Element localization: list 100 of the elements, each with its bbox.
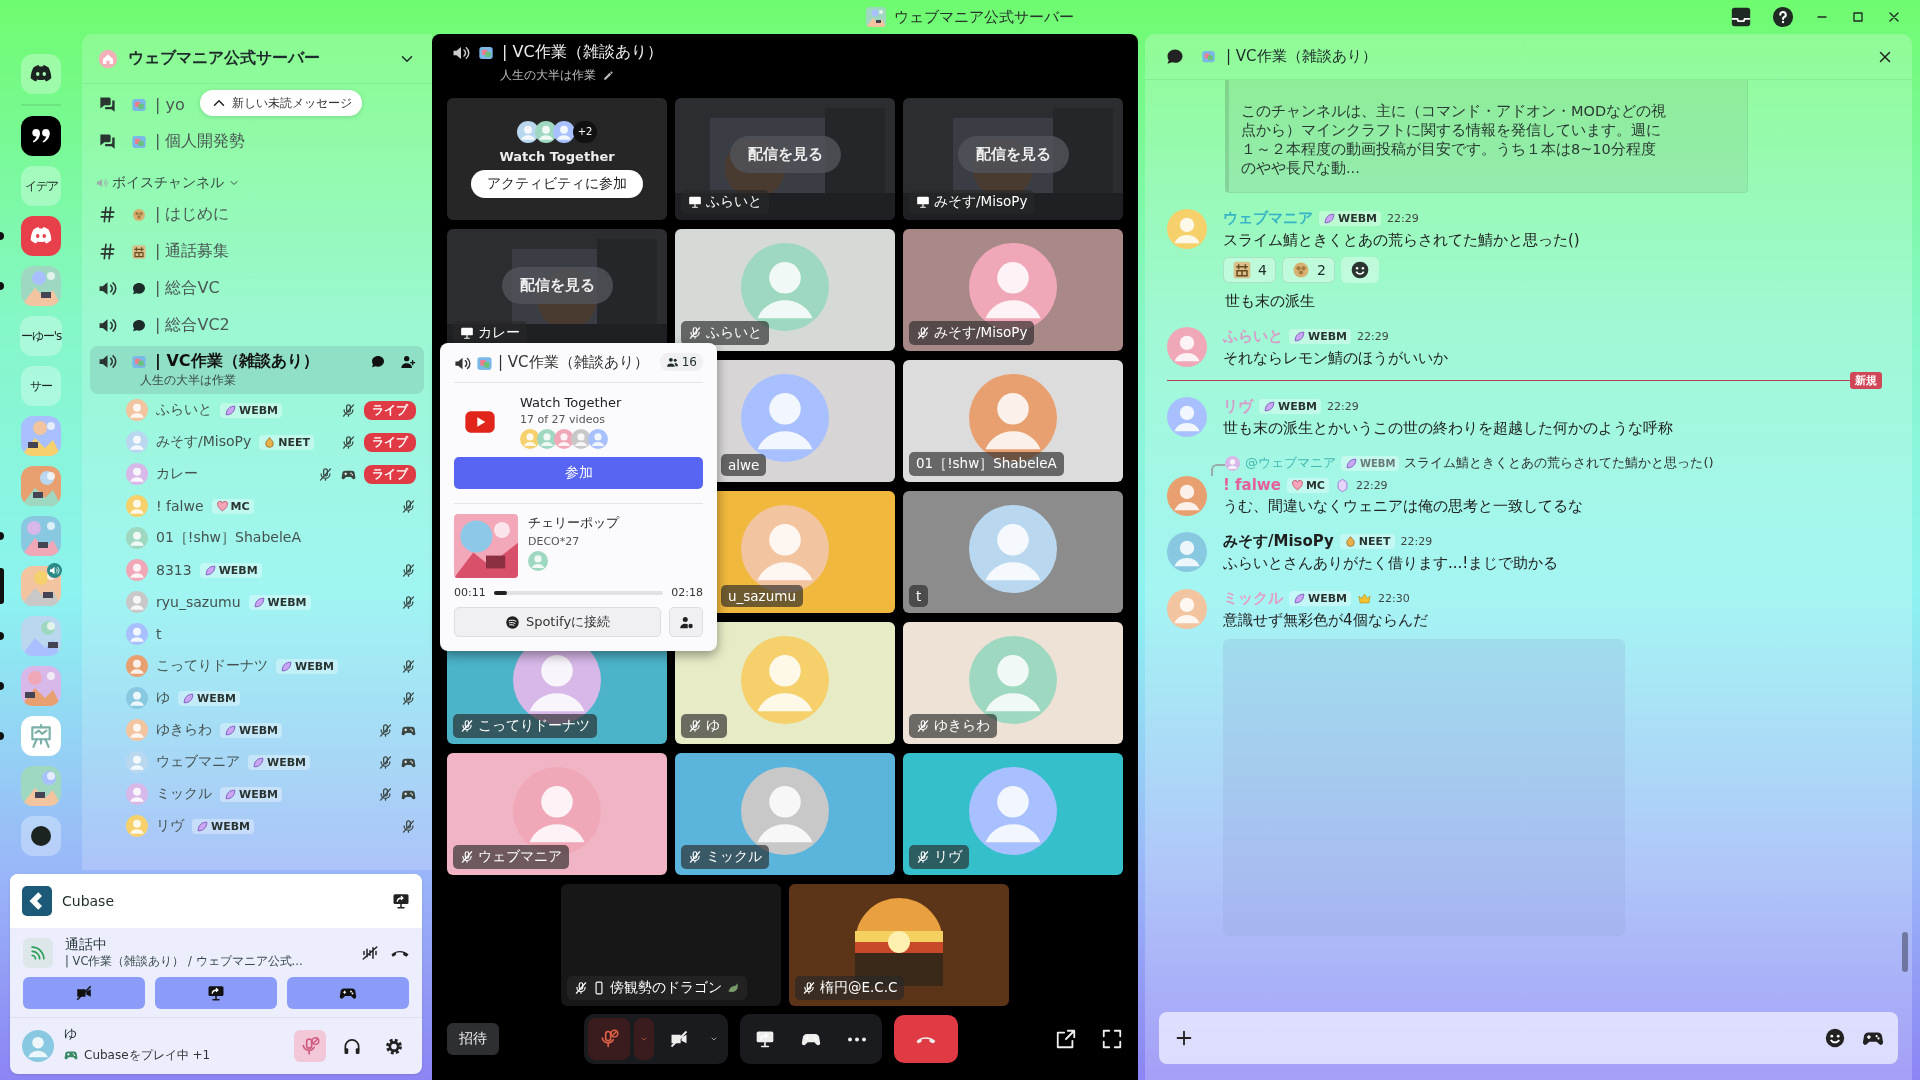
role-tag: WEBM	[276, 658, 338, 674]
voice-user[interactable]: ゆきらわ WEBM	[90, 714, 424, 746]
role-tag: WEBM	[1289, 329, 1351, 344]
channel-item[interactable]: | はじめに	[90, 196, 238, 233]
role-tag: WEBM	[248, 754, 310, 770]
user-tile[interactable]: ふらいと	[675, 229, 895, 351]
user-tile[interactable]: 楕円@E.C.C	[789, 884, 1009, 1006]
voice-user[interactable]: カレー ライブ	[90, 458, 424, 490]
name-label: みそす/MisoPy	[909, 190, 1035, 214]
call-location[interactable]: | VC作業（雑談あり） / ウェブマニア公式...	[65, 954, 349, 969]
activity-title: Watch Together	[499, 148, 615, 164]
role-tag: WEBM	[220, 722, 282, 738]
user-name: カレー	[156, 465, 198, 483]
voice-user[interactable]: ふらいと WEBM ライブ	[90, 394, 424, 426]
role-tag: NEET	[259, 434, 315, 450]
activity-title: Watch Together	[520, 395, 622, 410]
channel-item[interactable]: | 総合VC	[90, 270, 228, 307]
more-count: +2	[573, 120, 597, 143]
channel-item[interactable]: | VC作業（雑談あり） 人生の大半は作業	[90, 346, 424, 394]
voice-user[interactable]: ryu_sazumu WEBM	[90, 586, 424, 618]
role-tag: WEBM	[248, 594, 311, 610]
member-count: 16	[659, 353, 703, 371]
user-name: ミックル	[156, 785, 212, 803]
server-button[interactable]: イデア	[21, 166, 61, 206]
role-tag: WEBM	[192, 818, 254, 834]
user-tile[interactable]: t	[903, 491, 1123, 613]
voice-user[interactable]: リヴ WEBM	[90, 810, 424, 842]
user-tile[interactable]: ミックル	[675, 753, 895, 875]
channel-item[interactable]: | 総合VC2	[90, 307, 238, 344]
channel-item[interactable]: | 通話募集	[90, 233, 238, 270]
author-name[interactable]: みそす/MisoPy	[1223, 532, 1334, 551]
voice-user[interactable]: ミックル WEBM	[90, 778, 424, 810]
connect-button[interactable]: Spotifyに接続	[454, 607, 661, 637]
voice-user[interactable]: 01［!shw］ShabeleA	[90, 522, 424, 554]
name-label: ふらいと	[681, 190, 769, 214]
message-text: それならレモン鯖のほうがいいか	[1223, 349, 1448, 368]
user-tile[interactable]: ゆきらわ	[903, 622, 1123, 744]
timestamp: 22:29	[1387, 212, 1419, 225]
invite-button[interactable]: 招待	[447, 1023, 499, 1055]
name-label: こってりドーナツ	[453, 714, 597, 738]
channel-name: | 通話募集	[155, 241, 230, 262]
stream-tile[interactable]: 配信を見る カレー	[447, 229, 667, 351]
category-header[interactable]: ボイスチャンネル	[96, 172, 424, 194]
artist-name: DECO*27	[528, 535, 581, 548]
user-name: ゆ	[64, 1025, 78, 1043]
reply-text: スライム鯖ときくとあの荒らされてた鯖かと思った()	[1404, 454, 1714, 472]
message-text: うむ、間違いなくウェニアは俺の思考と一致してるな	[1223, 497, 1583, 516]
window-title: ウェブマニア公式サーバー	[894, 7, 1074, 27]
role-tag: MC	[1286, 477, 1329, 493]
elapsed-time: 00:11	[454, 586, 486, 599]
user-name: 01［!shw］ShabeleA	[156, 529, 301, 547]
voice-user[interactable]: ゆ WEBM	[90, 682, 424, 714]
activity-tile[interactable]: +2 Watch Together アクティビティに参加	[447, 98, 667, 220]
voice-user[interactable]: t	[90, 618, 424, 650]
role-tag: WEBM	[1259, 399, 1321, 414]
name-label: 01［!shw］ShabeleA	[909, 452, 1064, 476]
unread-messages-button[interactable]: 新しい未読メッセージ	[200, 90, 362, 116]
song-title: チェリーポップ	[528, 514, 619, 532]
role-tag: WEBM	[1289, 591, 1351, 606]
voice-user[interactable]: ! falwe MC	[90, 490, 424, 522]
channel-item[interactable]: | 個人開発勢	[90, 123, 254, 160]
name-label: u_sazumu	[721, 585, 803, 607]
user-name: t	[156, 626, 162, 642]
name-label: ゆきらわ	[909, 714, 997, 738]
chat-title: | VC作業（雑談あり）	[1226, 47, 1377, 66]
user-name: みそす/MisoPy	[156, 433, 252, 451]
timestamp: 22:29	[1355, 478, 1388, 492]
role-tag: WEBM	[199, 562, 262, 578]
server-button[interactable]: サー	[21, 366, 61, 406]
voice-user[interactable]: こってりドーナツ WEBM	[90, 650, 424, 682]
voice-user[interactable]: みそす/MisoPy NEET ライブ	[90, 426, 424, 458]
channel-name: | 総合VC	[155, 278, 220, 299]
server-name[interactable]: ウェブマニア公式サーバー	[128, 48, 388, 69]
reaction[interactable]: 2	[1281, 257, 1335, 283]
user-tile[interactable]: みそす/MisoPy	[903, 229, 1123, 351]
server-button[interactable]: ーゆー's	[19, 316, 63, 356]
voice-user[interactable]: ウェブマニア WEBM	[90, 746, 424, 778]
voice-user[interactable]: 8313 WEBM	[90, 554, 424, 586]
join-activity-button[interactable]: アクティビティに参加	[471, 169, 643, 198]
name-label: ふらいと	[681, 321, 769, 345]
user-tile[interactable]: リヴ	[903, 753, 1123, 875]
stream-tile[interactable]: 配信を見る ふらいと	[675, 98, 895, 220]
name-label: 楕円@E.C.C	[795, 976, 905, 1000]
join-button[interactable]: 参加	[454, 457, 703, 489]
user-name: ふらいと	[156, 401, 212, 419]
channel-item[interactable]: | yo	[90, 86, 193, 123]
user-tile[interactable]: ウェブマニア	[447, 753, 667, 875]
channel-name: | VC作業（雑談あり）	[155, 351, 320, 372]
role-tag: WEBM	[220, 786, 282, 802]
user-name: ウェブマニア	[156, 753, 240, 771]
stream-tile[interactable]: 配信を見る みそす/MisoPy	[903, 98, 1123, 220]
user-tile[interactable]: 傍観勢のドラゴン	[561, 884, 781, 1006]
name-label: カレー	[453, 321, 527, 345]
user-name: 8313	[156, 562, 192, 578]
user-tile[interactable]: 01［!shw］ShabeleA	[903, 360, 1123, 482]
reaction[interactable]: 4	[1223, 257, 1276, 283]
channel-name: | yo	[155, 95, 185, 114]
user-tile[interactable]: ゆ	[675, 622, 895, 744]
user-name: ! falwe	[156, 498, 204, 514]
role-tag: MC	[211, 498, 254, 514]
